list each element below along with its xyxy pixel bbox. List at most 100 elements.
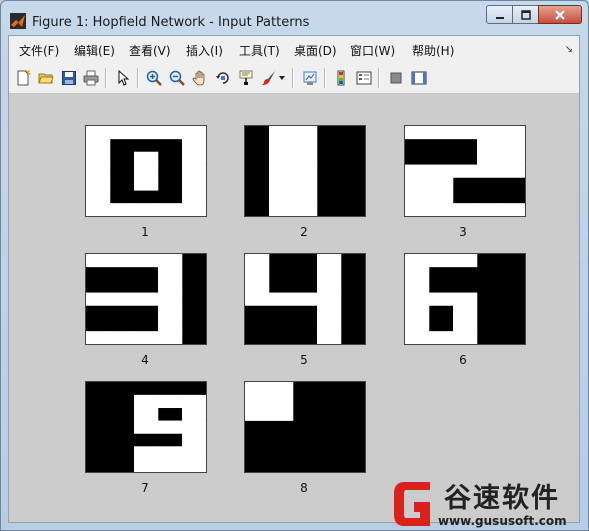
menubar-overflow-icon[interactable]: ↘ xyxy=(565,44,573,55)
rotate-3d-icon[interactable] xyxy=(214,69,232,87)
pattern-pixel xyxy=(182,446,206,460)
pattern-pixel xyxy=(245,407,270,421)
menu-window[interactable]: 窗口(W) xyxy=(350,42,395,59)
pattern-pixel xyxy=(269,126,294,140)
show-plot-tools-icon[interactable] xyxy=(410,69,428,87)
save-icon[interactable] xyxy=(60,69,78,87)
menu-help[interactable]: 帮助(H) xyxy=(412,42,454,59)
pattern-axes[interactable] xyxy=(404,253,526,345)
hide-plot-tools-icon[interactable] xyxy=(387,69,405,87)
pattern-pixel xyxy=(269,203,294,216)
pattern-pixel xyxy=(453,305,478,319)
colorbar-icon[interactable] xyxy=(332,69,350,87)
figure-toolbar xyxy=(9,63,579,94)
pattern-pixel xyxy=(182,126,206,140)
pattern-pixel xyxy=(158,394,183,409)
pattern-pixel xyxy=(182,190,206,204)
zoom-in-icon[interactable] xyxy=(145,69,163,87)
pattern-pixel xyxy=(429,254,454,268)
pattern-pixel xyxy=(453,292,478,306)
pattern-pixel xyxy=(134,459,159,472)
pattern-axes[interactable] xyxy=(85,381,207,473)
pattern-pixel xyxy=(158,203,183,216)
pattern-pixel xyxy=(182,138,206,153)
pattern-axes[interactable] xyxy=(404,125,526,217)
minimize-button[interactable] xyxy=(486,5,513,24)
pattern-pixel xyxy=(405,331,430,344)
menu-desktop[interactable]: 桌面(D) xyxy=(294,42,337,59)
pattern-pixel xyxy=(158,292,183,306)
zoom-out-icon[interactable] xyxy=(168,69,186,87)
pattern-image xyxy=(86,382,206,472)
pattern-pixel xyxy=(182,407,206,421)
pattern-pixel xyxy=(269,292,294,306)
print-icon[interactable] xyxy=(82,69,100,87)
pattern-axes[interactable] xyxy=(244,381,366,473)
watermark-logo: 谷速软件 www.gususoft.com xyxy=(388,474,588,530)
figure-window: Figure 1: Hopfield Network - Input Patte… xyxy=(0,0,589,531)
pattern-axes[interactable] xyxy=(85,125,207,217)
pattern-pixel xyxy=(453,203,478,216)
pan-hand-icon[interactable] xyxy=(191,69,209,87)
title-bar[interactable]: Figure 1: Hopfield Network - Input Patte… xyxy=(1,1,588,35)
pattern-pixel xyxy=(293,138,318,153)
menu-tools[interactable]: 工具(T) xyxy=(239,42,280,59)
pattern-pixel xyxy=(405,164,430,178)
pattern-pixel xyxy=(453,331,478,344)
data-cursor-icon[interactable] xyxy=(237,69,255,87)
pattern-pixel xyxy=(110,203,135,216)
pattern-pixel xyxy=(477,164,502,178)
pattern-label: 8 xyxy=(300,481,308,495)
pattern-pixel xyxy=(134,292,159,306)
pattern-pixel xyxy=(453,318,478,332)
brush-dropdown-icon[interactable] xyxy=(277,69,287,87)
legend-icon[interactable] xyxy=(355,69,373,87)
new-figure-icon[interactable] xyxy=(14,69,32,87)
pattern-pixel xyxy=(429,203,454,216)
menu-file[interactable]: 文件(F) xyxy=(19,42,59,59)
menu-insert[interactable]: 插入(I) xyxy=(186,42,223,59)
open-file-icon[interactable] xyxy=(37,69,55,87)
pattern-pixel xyxy=(182,433,206,447)
pattern-pixel xyxy=(293,164,318,178)
pattern-pixel xyxy=(134,407,159,421)
pattern-label: 4 xyxy=(141,353,149,367)
pattern-axes[interactable] xyxy=(85,253,207,345)
pattern-pixel xyxy=(317,305,342,319)
pattern-pixel xyxy=(293,190,318,204)
menu-bar: 文件(F) 编辑(E) 查看(V) 插入(I) 工具(T) 桌面(D) 窗口(W… xyxy=(9,36,579,62)
figure-canvas[interactable]: 1 2 3 4 5 6 7 8 xyxy=(9,94,579,522)
pattern-pixel xyxy=(429,331,454,344)
pattern-pixel xyxy=(269,151,294,165)
link-plot-icon[interactable] xyxy=(301,69,319,87)
pattern-pixel xyxy=(134,164,159,178)
pattern-pixel xyxy=(158,266,183,281)
pattern-pixel xyxy=(86,177,111,191)
restore-button[interactable] xyxy=(512,5,539,24)
pattern-pixel xyxy=(405,126,430,140)
menu-edit[interactable]: 编辑(E) xyxy=(74,42,115,59)
close-button[interactable] xyxy=(538,5,582,24)
menu-view[interactable]: 查看(V) xyxy=(129,42,171,59)
pattern-pixel xyxy=(158,254,183,268)
pattern-pixel xyxy=(429,292,454,306)
pattern-pixel xyxy=(182,420,206,434)
pattern-pixel xyxy=(405,292,430,306)
pattern-pixel xyxy=(158,318,183,332)
brush-icon[interactable] xyxy=(260,69,278,87)
pattern-pixel xyxy=(405,318,430,332)
pattern-pixel xyxy=(429,164,454,178)
pattern-pixel xyxy=(158,446,183,460)
pattern-pixel xyxy=(429,126,454,140)
pattern-pixel xyxy=(477,126,502,140)
pattern-pixel xyxy=(269,138,294,153)
pattern-axes[interactable] xyxy=(244,253,366,345)
pattern-pixel xyxy=(245,266,270,281)
pattern-pixel xyxy=(477,138,502,153)
matlab-logo-icon xyxy=(10,13,26,29)
edit-plot-arrow-icon[interactable] xyxy=(114,69,132,87)
pattern-label: 1 xyxy=(141,225,149,239)
pattern-pixel xyxy=(158,279,183,293)
watermark-name: 谷速软件 xyxy=(444,483,560,514)
pattern-axes[interactable] xyxy=(244,125,366,217)
